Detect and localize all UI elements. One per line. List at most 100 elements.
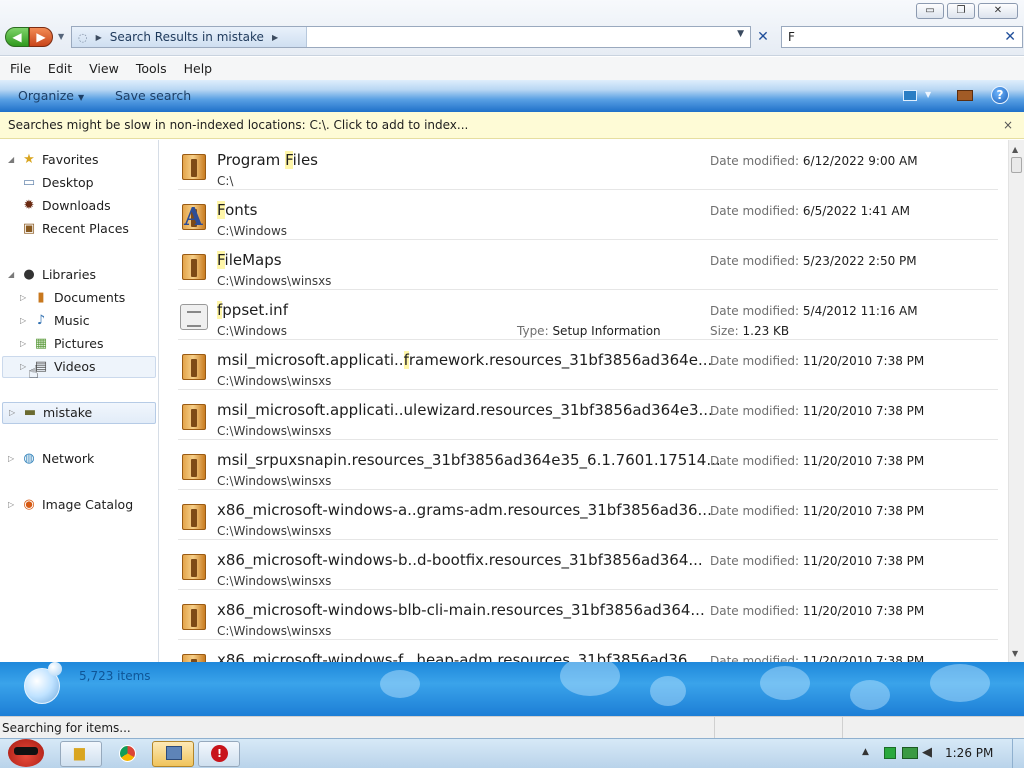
- scroll-thumb[interactable]: [1011, 157, 1022, 173]
- nav-desktop[interactable]: ▭ Desktop: [20, 172, 94, 194]
- help-icon[interactable]: ?: [991, 86, 1009, 104]
- index-info-bar[interactable]: Searches might be slow in non-indexed lo…: [0, 112, 1024, 139]
- nav-recent-places[interactable]: ▣ Recent Places: [20, 218, 129, 240]
- nav-favorites[interactable]: ◢ ★ Favorites: [8, 149, 98, 171]
- result-name: FileMaps: [217, 251, 282, 269]
- action-center-icon[interactable]: [884, 747, 896, 759]
- view-dropdown-icon[interactable]: ▼: [925, 90, 931, 99]
- nav-documents[interactable]: ▷ ▮ Documents: [20, 287, 125, 309]
- menu-tools[interactable]: Tools: [136, 61, 167, 76]
- address-dropdown-icon[interactable]: ▼: [737, 29, 744, 39]
- collapse-icon[interactable]: ◢: [8, 264, 20, 286]
- nav-image-catalog[interactable]: ▷ ◉ Image Catalog: [8, 494, 133, 516]
- forward-button[interactable]: ▶: [29, 27, 53, 47]
- background-decoration: [930, 664, 990, 702]
- result-row[interactable]: x86_microsoft-windows-blb-cli-main.resou…: [178, 590, 998, 640]
- expand-icon[interactable]: ▷: [8, 448, 20, 470]
- result-row[interactable]: x86_microsoft-windows-a..grams-adm.resou…: [178, 490, 998, 540]
- nav-network[interactable]: ▷ ◍ Network: [8, 448, 94, 470]
- minimize-button[interactable]: ▭: [916, 3, 944, 19]
- result-name: x86_microsoft-windows-f...heap-adm.resou…: [217, 651, 702, 662]
- nav-label: Favorites: [42, 152, 99, 167]
- collapse-icon[interactable]: ◢: [8, 149, 20, 171]
- folder-icon: [178, 400, 210, 432]
- status-text: Searching for items...: [2, 721, 131, 735]
- result-row[interactable]: msil_microsoft.applicati..framework.reso…: [178, 340, 998, 390]
- breadcrumb-chevron-icon[interactable]: ▶: [272, 33, 278, 42]
- organize-button[interactable]: Organize ▼: [18, 88, 84, 103]
- taskbar-app-search-window[interactable]: [152, 741, 194, 767]
- result-date-modified: Date modified: 5/23/2022 2:50 PM: [710, 254, 917, 268]
- nav-videos[interactable]: ▷ ▤ Videos: [2, 356, 156, 378]
- info-bar-message: Searches might be slow in non-indexed lo…: [8, 118, 469, 132]
- nav-downloads[interactable]: ✹ Downloads: [20, 195, 111, 217]
- expand-icon[interactable]: ▷: [20, 310, 32, 332]
- result-path: C:\Windows\winsxs: [217, 624, 332, 638]
- taskbar: ▆ ! ▲ ◀ 1:26 PM: [0, 738, 1024, 768]
- expand-icon[interactable]: ▷: [8, 494, 20, 516]
- search-results-list: Program Files C:\ Date modified: 6/12/2022…: [160, 140, 1008, 662]
- breadcrumb-chevron-icon[interactable]: ▶: [96, 33, 102, 42]
- background-decoration: [650, 676, 686, 706]
- result-row[interactable]: x86_microsoft-windows-b..d-bootfix.resou…: [178, 540, 998, 590]
- expand-icon[interactable]: ▷: [20, 287, 32, 309]
- menu-view[interactable]: View: [89, 61, 119, 76]
- item-count: 5,723 items: [79, 669, 151, 683]
- show-desktop-button[interactable]: [1012, 739, 1024, 768]
- back-button[interactable]: ◀: [5, 27, 29, 47]
- nav-pictures[interactable]: ▷ ▦ Pictures: [20, 333, 104, 355]
- expand-icon[interactable]: ▷: [9, 402, 21, 424]
- clock[interactable]: 1:26 PM: [945, 746, 993, 760]
- result-row[interactable]: x86_microsoft-windows-f...heap-adm.resou…: [178, 640, 998, 662]
- menu-edit[interactable]: Edit: [48, 61, 72, 76]
- folder-icon: [178, 350, 210, 382]
- taskbar-app-chrome[interactable]: [106, 741, 148, 767]
- result-date-modified: Date modified: 6/12/2022 9:00 AM: [710, 154, 918, 168]
- maximize-button[interactable]: ❐: [947, 3, 975, 19]
- preview-pane-icon[interactable]: [957, 90, 973, 101]
- nav-libraries[interactable]: ◢ ● Libraries: [8, 264, 96, 286]
- save-search-button[interactable]: Save search: [115, 88, 191, 103]
- vertical-scrollbar[interactable]: ▲ ▼: [1008, 140, 1024, 662]
- result-row[interactable]: Program Files C:\ Date modified: 6/12/2022…: [178, 140, 998, 190]
- recent-pages-dropdown[interactable]: ▼: [58, 32, 64, 41]
- menu-file[interactable]: File: [10, 61, 31, 76]
- clear-address-icon[interactable]: ✕: [753, 27, 773, 47]
- show-hidden-icons[interactable]: ▲: [862, 747, 869, 757]
- result-row[interactable]: msil_srpuxsnapin.resources_31bf3856ad364…: [178, 440, 998, 490]
- scroll-down-icon[interactable]: ▼: [1012, 649, 1018, 658]
- clear-search-icon[interactable]: ✕: [1004, 27, 1016, 47]
- pictures-icon: ▦: [34, 336, 48, 351]
- nav-music[interactable]: ▷ ♪ Music: [20, 310, 90, 332]
- volume-icon[interactable]: ◀: [922, 745, 932, 760]
- change-view-icon[interactable]: [903, 90, 917, 101]
- taskbar-app-stop[interactable]: !: [198, 741, 240, 767]
- search-input[interactable]: F ✕: [781, 26, 1023, 48]
- result-row[interactable]: msil_microsoft.applicati..ulewizard.reso…: [178, 390, 998, 440]
- nav-mistake[interactable]: ▷ ▬ mistake: [2, 402, 156, 424]
- taskbar-app-explorer[interactable]: ▆: [60, 741, 102, 767]
- result-name: x86_microsoft-windows-b..d-bootfix.resou…: [217, 551, 703, 569]
- music-icon: ♪: [36, 313, 46, 328]
- breadcrumb[interactable]: ◌ ▶ Search Results in mistake ▶: [72, 27, 307, 47]
- nav-label: Videos: [54, 359, 96, 374]
- result-path: C:\Windows\winsxs: [217, 574, 332, 588]
- result-path: C:\Windows\winsxs: [217, 374, 332, 388]
- stop-icon: !: [211, 745, 228, 762]
- menu-help[interactable]: Help: [184, 61, 213, 76]
- result-row[interactable]: fppset.inf C:\Windows Date modified: 5/4/2…: [178, 290, 998, 340]
- result-row[interactable]: FileMaps C:\Windows\winsxs Date modified: …: [178, 240, 998, 290]
- close-info-bar-icon[interactable]: ×: [1003, 112, 1013, 139]
- network-tray-icon[interactable]: [902, 747, 918, 759]
- nav-label: Desktop: [42, 175, 94, 190]
- expand-icon[interactable]: ▷: [20, 333, 32, 355]
- address-bar[interactable]: ◌ ▶ Search Results in mistake ▶ ▼: [71, 26, 751, 48]
- result-row[interactable]: A Fonts C:\Windows Date modified: 6/5/2022 …: [178, 190, 998, 240]
- close-button[interactable]: ✕: [978, 3, 1018, 19]
- scroll-up-icon[interactable]: ▲: [1012, 145, 1018, 154]
- result-date-modified: Date modified: 11/20/2010 7:38 PM: [710, 504, 925, 518]
- search-highlight: F: [217, 251, 225, 269]
- start-button[interactable]: [2, 735, 50, 768]
- star-icon: ★: [23, 152, 35, 167]
- search-results-icon: ◌: [78, 30, 88, 44]
